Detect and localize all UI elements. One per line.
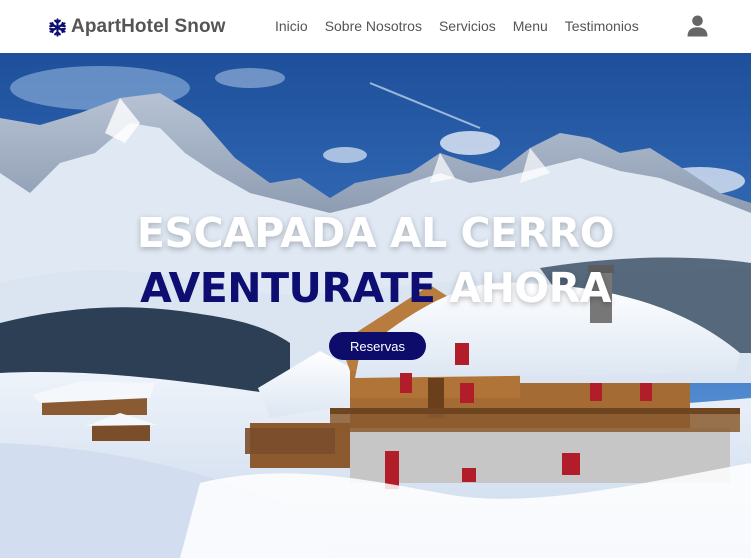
- snowflake-icon: [49, 17, 66, 37]
- site-header: ApartHotel Snow Inicio Sobre Nosotros Se…: [0, 0, 751, 53]
- nav-inicio[interactable]: Inicio: [275, 18, 308, 34]
- nav-servicios[interactable]: Servicios: [439, 18, 496, 34]
- user-icon[interactable]: [687, 15, 708, 37]
- brand-logo[interactable]: ApartHotel Snow: [48, 14, 226, 40]
- hero-section: ESCAPADA AL CERRO AVENTURATE AHORA Reser…: [0, 53, 751, 558]
- main-nav: Inicio Sobre Nosotros Servicios Menu Tes…: [275, 18, 656, 34]
- nav-testimonios[interactable]: Testimonios: [565, 18, 639, 34]
- hero-title-line1: ESCAPADA AL CERRO: [136, 209, 615, 257]
- nav-menu[interactable]: Menu: [513, 18, 548, 34]
- hero-title-accent: AVENTURATE: [140, 264, 436, 312]
- hero-title-rest: AHORA: [449, 264, 611, 312]
- brand-name: ApartHotel Snow: [71, 16, 226, 37]
- hero-title-line2: AVENTURATE AHORA: [0, 264, 751, 312]
- nav-sobre-nosotros[interactable]: Sobre Nosotros: [325, 18, 422, 34]
- reservas-button[interactable]: Reservas: [329, 332, 426, 360]
